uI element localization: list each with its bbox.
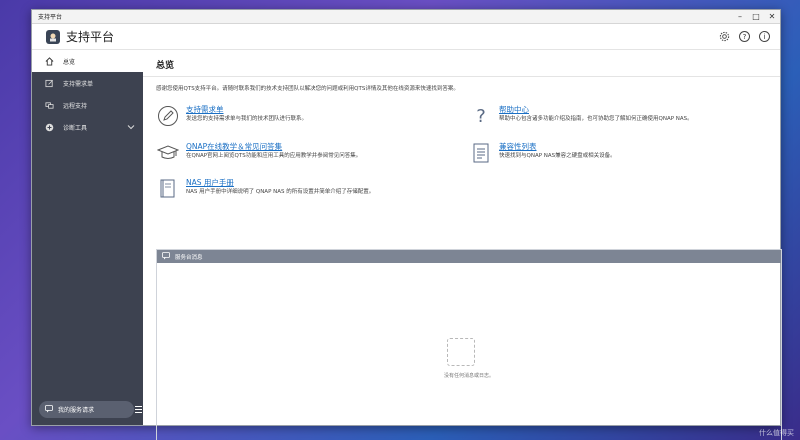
sidebar-item-overview[interactable]: 总览 [32,50,143,72]
message-panel-title: 服务台消息 [175,254,203,261]
sidebar-item-diagnostics[interactable]: 诊断工具 [32,116,143,138]
gear-icon[interactable] [719,31,730,42]
sidebar: 总览 支持需求单 远程支持 诊断工具 我的服务请求 [32,50,143,425]
graduation-cap-icon [156,142,180,164]
link-tutorials-faq[interactable]: QNAP在线教学＆常见问答集 在QNAP官网上阅览QTS功能和应用工具的应用教学… [156,142,361,164]
chevron-down-icon[interactable] [127,123,135,131]
service-message-panel: 服务台消息 没有任何消息或日志。 [156,249,782,440]
help-icon[interactable]: ? [739,31,750,42]
sidebar-item-remote[interactable]: 远程支持 [32,94,143,116]
link-title[interactable]: 兼容性列表 [499,142,616,151]
app-logo-icon [46,29,60,44]
watermark: 什么值得买 [759,429,794,437]
brand: 支持平台 [46,28,114,45]
sidebar-item-label: 远程支持 [63,102,88,110]
link-desc: 在QNAP官网上阅览QTS功能和应用工具的应用教学并参阅常见问答集。 [186,153,362,159]
chat-icon [45,404,53,415]
remote-icon [45,101,54,110]
link-title[interactable]: NAS 用户手册 [186,178,374,187]
plus-circle-icon [45,123,54,132]
app-title: 支持平台 [66,30,115,44]
header-actions: ? i [719,31,770,42]
app-body: 总览 支持需求单 远程支持 诊断工具 我的服务请求 总览 感谢您使用QTS支持平… [32,50,782,440]
empty-placeholder-icon [447,338,475,366]
close-button[interactable]: ✕ [764,10,780,24]
sidebar-item-tickets[interactable]: 支持需求单 [32,72,143,94]
info-icon[interactable]: i [759,31,770,42]
window-title: 支持平台 [38,14,63,21]
window-controls: – □ ✕ [732,10,780,24]
question-icon: ? [476,105,486,127]
app-window: 支持平台 – □ ✕ 支持平台 ? i 总览 支持需求单 远程支持 诊断工具 我… [31,9,782,440]
home-icon [45,56,54,66]
page-title: 总览 [143,50,780,77]
link-title[interactable]: 支持需求单 [186,105,307,114]
my-service-requests-label: 我的服务请求 [58,407,95,414]
link-desc: 帮助中心包含诸多功能介绍及指南，也可协助您了解如何正确使用QNAP NAS。 [499,116,693,122]
list-document-icon [469,142,493,164]
link-desc: 发送您的支持需求单与我们的技术团队进行联系。 [186,116,308,122]
edit-icon [156,105,180,127]
resource-links: 支持需求单 发送您的支持需求单与我们的技术团队进行联系。 ? 帮助中心 帮助中心… [143,92,780,202]
message-panel-header: 服务台消息 [157,250,781,263]
empty-message-text: 没有任何消息或日志。 [443,373,494,379]
link-title[interactable]: 帮助中心 [499,105,693,114]
window-titlebar: 支持平台 – □ ✕ [32,10,780,24]
chat-icon [162,251,170,262]
link-user-manual[interactable]: NAS 用户手册 NAS 用户手册中详细说明了 QNAP NAS 的所有设置并简… [156,178,374,200]
link-compatibility-list[interactable]: 兼容性列表 快速找到与QNAP NAS兼容之硬盘或相关设备。 [469,142,616,164]
link-support-ticket[interactable]: 支持需求单 发送您的支持需求单与我们的技术团队进行联系。 [156,105,307,127]
link-desc: NAS 用户手册中详细说明了 QNAP NAS 的所有设置并简单介绍了存储配置。 [186,189,375,195]
book-icon [156,178,180,200]
app-header: 支持平台 ? i [32,24,780,50]
link-help-center[interactable]: ? 帮助中心 帮助中心包含诸多功能介绍及指南，也可协助您了解如何正确使用QNAP… [469,105,693,127]
main-content: 总览 感谢您使用QTS支持平台。请随时联系我们的技术支持团队以解决您的问题或利用… [143,50,782,440]
sidebar-item-label: 总览 [63,58,76,66]
intro-text: 感谢您使用QTS支持平台。请随时联系我们的技术支持团队以解决您的问题或利用QTS… [156,86,459,92]
sidebar-item-label: 支持需求单 [63,80,94,88]
minimize-button[interactable]: – [732,10,748,24]
my-service-requests-button[interactable]: 我的服务请求 [39,401,134,418]
ticket-icon [45,79,54,88]
link-desc: 快速找到与QNAP NAS兼容之硬盘或相关设备。 [499,153,616,159]
link-title[interactable]: QNAP在线教学＆常见问答集 [186,142,361,151]
sidebar-item-label: 诊断工具 [63,124,88,132]
maximize-button[interactable]: □ [748,10,764,24]
